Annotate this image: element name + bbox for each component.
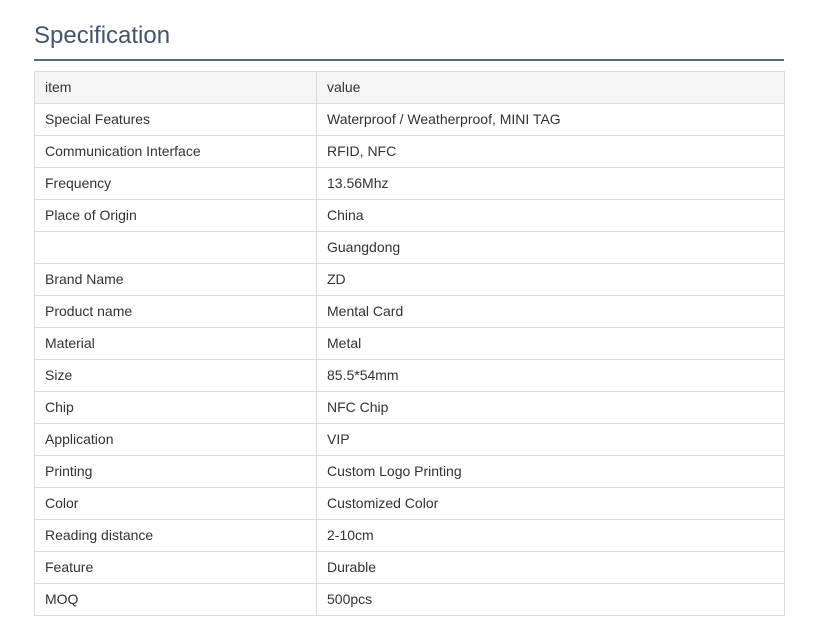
row-item: Special Features [34,103,317,136]
row-item: Feature [34,551,317,584]
title-divider [34,59,784,61]
table-row: Size 85.5*54mm [34,359,785,392]
row-item: Color [34,487,317,520]
row-item: Place of Origin [34,199,317,232]
row-value: Durable [316,551,785,584]
table-row: Brand Name ZD [34,263,785,296]
row-value: Mental Card [316,295,785,328]
table-row: Special Features Waterproof / Weatherpro… [34,103,785,136]
row-value: Metal [316,327,785,360]
row-value: NFC Chip [316,391,785,424]
specification-section: Specification item value Special Feature… [34,0,785,616]
row-value: ZD [316,263,785,296]
specification-table: item value Special Features Waterproof /… [34,71,785,616]
row-value: Custom Logo Printing [316,455,785,488]
row-value: Guangdong [316,231,785,264]
table-header-row: item value [34,71,785,104]
table-row: Place of Origin China [34,199,785,232]
table-row: Reading distance 2-10cm [34,519,785,552]
row-item: Chip [34,391,317,424]
row-item: Product name [34,295,317,328]
row-value: China [316,199,785,232]
section-title: Specification [34,22,171,49]
table-row: Guangdong [34,231,785,264]
header-value: value [316,71,785,104]
table-row: Chip NFC Chip [34,391,785,424]
table-row: Communication Interface RFID, NFC [34,135,785,168]
row-item: Application [34,423,317,456]
table-row: Product name Mental Card [34,295,785,328]
table-row: Frequency 13.56Mhz [34,167,785,200]
table-row: Application VIP [34,423,785,456]
row-item: Material [34,327,317,360]
table-row: Color Customized Color [34,487,785,520]
row-value: 85.5*54mm [316,359,785,392]
row-value: VIP [316,423,785,456]
row-item [34,231,317,264]
row-item: Reading distance [34,519,317,552]
table-row: Feature Durable [34,551,785,584]
row-value: Waterproof / Weatherproof, MINI TAG [316,103,785,136]
row-item: Brand Name [34,263,317,296]
table-row: Printing Custom Logo Printing [34,455,785,488]
row-value: Customized Color [316,487,785,520]
row-item: MOQ [34,583,317,616]
row-value: 500pcs [316,583,785,616]
row-value: 2-10cm [316,519,785,552]
row-value: 13.56Mhz [316,167,785,200]
table-row: Material Metal [34,327,785,360]
row-item: Printing [34,455,317,488]
row-value: RFID, NFC [316,135,785,168]
table-row: MOQ 500pcs [34,583,785,616]
header-item: item [34,71,317,104]
row-item: Communication Interface [34,135,317,168]
row-item: Size [34,359,317,392]
row-item: Frequency [34,167,317,200]
